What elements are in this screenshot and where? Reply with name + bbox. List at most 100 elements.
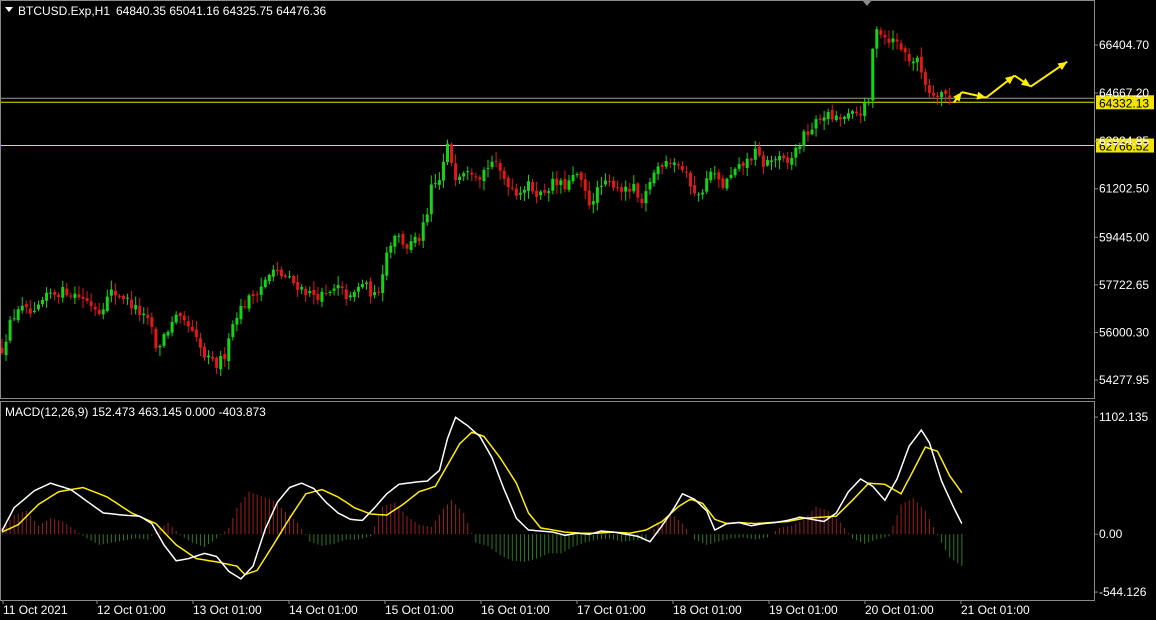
candle-body bbox=[887, 38, 891, 43]
time-tick-label-0: 11 Oct 2021 bbox=[3, 603, 68, 617]
candle-body bbox=[620, 187, 624, 192]
candle bbox=[162, 332, 166, 348]
candle-body bbox=[599, 185, 603, 187]
candle-body bbox=[689, 172, 692, 187]
candle-body bbox=[158, 346, 162, 348]
candle-body bbox=[915, 57, 919, 63]
candle-body bbox=[498, 163, 502, 171]
candle-body bbox=[907, 53, 911, 62]
candle-body bbox=[61, 287, 65, 298]
chart-header: BTCUSD.Exp,H1 64840.35 65041.16 64325.75… bbox=[5, 4, 327, 18]
candle-body bbox=[664, 160, 668, 167]
time-tick-label-3: 14 Oct 01:00 bbox=[289, 603, 358, 617]
candle-body bbox=[28, 308, 32, 314]
candle-body bbox=[794, 147, 798, 158]
price-tick-label-2: 62924.85 bbox=[1099, 134, 1149, 148]
time-tick-label-2: 13 Oct 01:00 bbox=[193, 603, 262, 617]
chart-background bbox=[0, 0, 1156, 620]
candle-body bbox=[830, 110, 834, 120]
candle-body bbox=[660, 164, 664, 168]
candle-body bbox=[12, 318, 16, 320]
price-tick-label-6: 56000.30 bbox=[1099, 325, 1149, 339]
candle-body bbox=[85, 298, 89, 301]
candle-body bbox=[559, 180, 563, 185]
candle-body bbox=[745, 158, 749, 168]
candle-body bbox=[632, 183, 636, 192]
candle-body bbox=[725, 178, 729, 189]
candle-body bbox=[547, 191, 551, 193]
candle-body bbox=[437, 180, 441, 185]
candle-body bbox=[215, 357, 219, 368]
candle-body bbox=[397, 235, 401, 237]
candle-body bbox=[255, 294, 259, 296]
candle-body bbox=[409, 241, 413, 250]
candle-body bbox=[373, 292, 377, 296]
candle-body bbox=[478, 177, 482, 180]
candle-body bbox=[377, 291, 381, 293]
candle-body bbox=[863, 102, 867, 116]
candle-body bbox=[446, 143, 449, 163]
candle-body bbox=[765, 160, 769, 166]
candle-body bbox=[105, 296, 109, 312]
candle-body bbox=[741, 162, 745, 167]
candle-body bbox=[113, 290, 117, 296]
candle-body bbox=[616, 187, 620, 189]
candle-body bbox=[308, 291, 312, 294]
candle-body bbox=[944, 90, 948, 94]
candle-body bbox=[482, 169, 486, 182]
candle-body bbox=[919, 56, 923, 73]
candle-body bbox=[360, 284, 364, 288]
candle-body bbox=[672, 162, 676, 165]
candle-body bbox=[822, 117, 826, 121]
candle-body bbox=[211, 356, 215, 359]
candle-body bbox=[749, 158, 753, 161]
price-tick-label-4: 59445.00 bbox=[1099, 230, 1149, 244]
candle-body bbox=[859, 113, 863, 116]
candle-body bbox=[134, 304, 138, 310]
candle-body bbox=[348, 295, 352, 298]
candle-body bbox=[170, 321, 174, 333]
candle-body bbox=[190, 326, 194, 331]
candle-body bbox=[527, 181, 530, 191]
candle-body bbox=[356, 286, 360, 292]
macd-tick-label-2: -544.126 bbox=[1099, 585, 1147, 599]
candle-body bbox=[684, 171, 688, 173]
candle-body bbox=[203, 346, 206, 358]
candle-body bbox=[911, 61, 915, 64]
candle-body bbox=[563, 178, 567, 190]
candle-body bbox=[790, 158, 794, 165]
candle-body bbox=[109, 289, 113, 296]
candle-body bbox=[851, 111, 854, 114]
candle-body bbox=[194, 329, 198, 337]
candle-body bbox=[522, 189, 526, 193]
candle-body bbox=[923, 72, 927, 85]
candle-body bbox=[539, 191, 543, 196]
candle-body bbox=[271, 269, 275, 277]
candle-body bbox=[818, 118, 822, 120]
candle-body bbox=[235, 317, 239, 325]
candle-body bbox=[97, 309, 101, 315]
candle-body bbox=[8, 319, 12, 341]
candle-body bbox=[733, 168, 737, 176]
candle-body bbox=[778, 156, 782, 161]
candle-body bbox=[77, 294, 81, 298]
candle bbox=[871, 47, 875, 109]
chart-canvas[interactable]: 64332.1362766.52 66404.7064667.2062924.8… bbox=[0, 0, 1156, 620]
candle-body bbox=[227, 338, 231, 362]
candle-body bbox=[24, 304, 28, 308]
candle-body bbox=[344, 289, 348, 300]
candle-body bbox=[450, 144, 454, 163]
candle-body bbox=[20, 305, 24, 311]
candle-body bbox=[182, 315, 186, 321]
candle-body bbox=[595, 187, 599, 203]
candle-body bbox=[454, 163, 458, 180]
candle-body bbox=[320, 291, 324, 302]
candle-body bbox=[624, 186, 628, 192]
price-tick-label-3: 61202.50 bbox=[1099, 182, 1149, 196]
price-tick-label-5: 57722.65 bbox=[1099, 278, 1149, 292]
candle-body bbox=[701, 192, 705, 195]
candle-body bbox=[81, 296, 85, 299]
price-tick-label-7: 54277.95 bbox=[1099, 373, 1149, 387]
candle-body bbox=[32, 310, 36, 312]
candle-body bbox=[154, 328, 158, 349]
